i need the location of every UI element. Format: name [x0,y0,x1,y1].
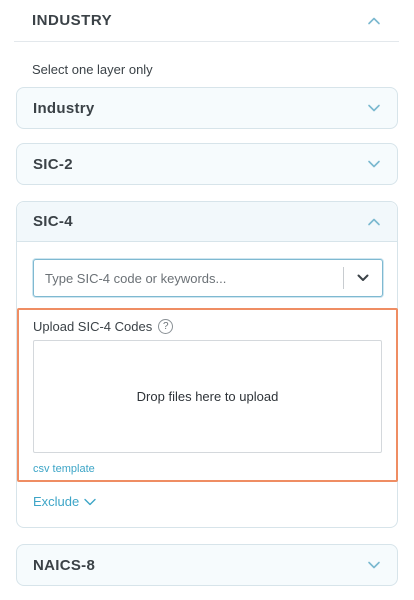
accordion-sic-4: SIC-4 Upload SIC-4 Codes ? Drop files he… [16,201,398,528]
accordion-sic-4-header[interactable]: SIC-4 [17,202,397,242]
chevron-down-icon [356,271,370,285]
exclude-label: Exclude [33,494,80,509]
accordion-naics-8-label: NAICS-8 [33,556,96,574]
upload-label: Upload SIC-4 Codes ? [33,319,174,334]
upload-label-text: Upload SIC-4 Codes [33,319,153,334]
accordion-sic-2[interactable]: SIC-2 [16,143,398,185]
exclude-toggle[interactable]: Exclude [33,494,97,509]
helper-text: Select one layer only [32,62,153,77]
help-icon[interactable]: ? [158,319,174,334]
industry-section-header[interactable]: INDUSTRY [14,0,399,42]
accordion-sic-2-label: SIC-2 [33,155,73,173]
chevron-down-icon[interactable] [367,558,381,572]
sic-4-search-input[interactable] [34,260,343,296]
file-dropzone[interactable]: Drop files here to upload [33,340,382,453]
accordion-industry-header[interactable]: Industry [17,88,397,128]
accordion-industry-label: Industry [33,99,95,117]
csv-template-link[interactable]: csv template [33,463,95,475]
chevron-down-icon [83,495,97,509]
accordion-industry[interactable]: Industry [16,87,398,129]
accordion-sic-2-header[interactable]: SIC-2 [17,144,397,184]
accordion-naics-8[interactable]: NAICS-8 [16,544,398,586]
chevron-down-icon[interactable] [367,157,381,171]
accordion-sic-4-label: SIC-4 [33,213,73,230]
chevron-down-icon[interactable] [367,101,381,115]
chevron-up-icon[interactable] [367,215,381,229]
accordion-naics-8-header[interactable]: NAICS-8 [17,545,397,585]
section-title: INDUSTRY [32,12,113,29]
upload-section: Upload SIC-4 Codes ? Drop files here to … [17,308,398,482]
dropzone-text: Drop files here to upload [136,389,279,404]
sic-4-search-select[interactable] [33,259,383,297]
dropdown-toggle-button[interactable] [344,260,382,296]
chevron-up-icon[interactable] [367,14,381,28]
